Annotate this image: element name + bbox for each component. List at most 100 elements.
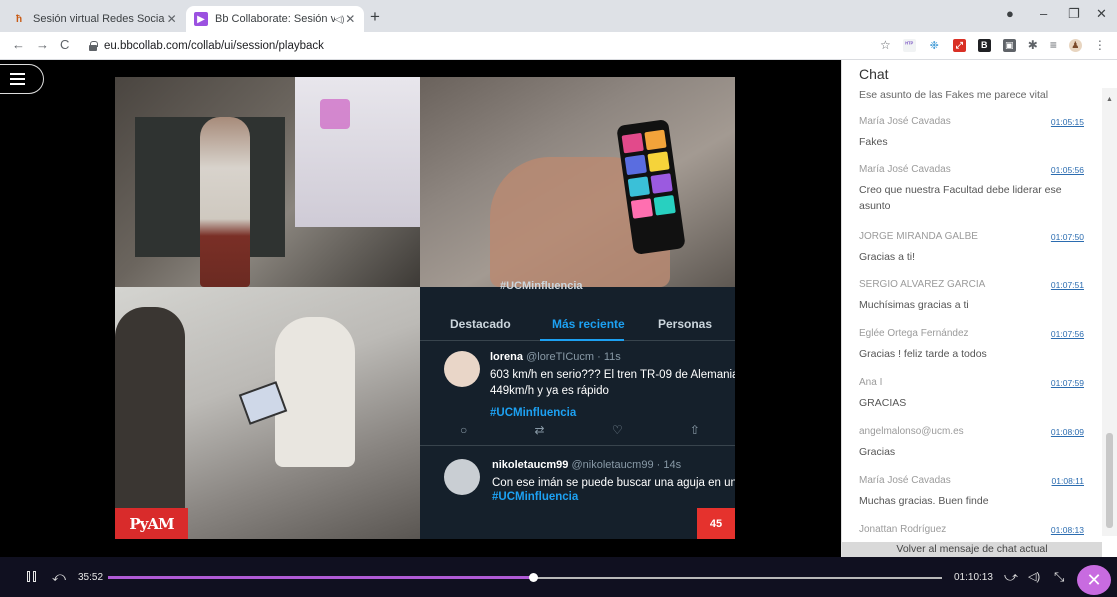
reply-icon: ○: [460, 423, 468, 437]
count-badge: 45: [697, 508, 735, 539]
tweet-handle: @nikoletaucm99 · 14s: [571, 459, 682, 471]
twitter-tabs: Destacado Más reciente Personas: [420, 305, 735, 341]
playback-scrubber-handle[interactable]: [529, 573, 539, 582]
twitter-tab-underline: [540, 339, 624, 341]
tweet-avatar: [444, 459, 480, 495]
hamburger-line: [10, 78, 25, 80]
tweet-text: Con ese imán se puede buscar una aguja e…: [492, 477, 735, 489]
app-tile: [647, 151, 670, 173]
chat-timestamp-link[interactable]: 01:05:15: [1051, 117, 1084, 127]
chat-timestamp-link[interactable]: 01:08:11: [1052, 476, 1084, 486]
minimize-icon[interactable]: –: [1040, 6, 1047, 21]
extension-icon[interactable]: B: [977, 38, 991, 52]
volume-icon[interactable]: ◁): [1028, 570, 1040, 583]
tweet-author: lorena @loreTICucm · 11s: [490, 351, 621, 363]
speaker-icon: ◁): [334, 13, 345, 24]
tab-sesion-virtual[interactable]: ħ Sesión virtual Redes Sociales ✕: [4, 6, 186, 32]
scroll-up-icon[interactable]: ▲: [1106, 96, 1113, 103]
chat-timestamp-link[interactable]: 01:08:09: [1051, 427, 1084, 437]
session-menu-button[interactable]: [0, 64, 44, 94]
tweet-text: 449km/h y ya es rápido: [490, 385, 609, 397]
reading-list-icon[interactable]: ≡: [1050, 38, 1057, 52]
twitter-tab-personas: Personas: [658, 317, 713, 331]
tweet-author: nikoletaucm99 @nikoletaucm99 · 14s: [492, 459, 681, 471]
extension-icons: ☆ ᴴᵀᴾ ❉ ⤢ B ▣ ✱ ≡ ♟ ⋮: [880, 38, 1106, 52]
url-text: eu.bbcollab.com/collab/ui/session/playba…: [104, 40, 324, 52]
teams-favicon-icon: ħ: [15, 13, 23, 25]
chat-message-list[interactable]: Ese asunto de las Fakes me parece vital …: [842, 88, 1102, 536]
maximize-icon[interactable]: ❐: [1068, 6, 1080, 22]
total-time: 01:10:13: [954, 572, 993, 583]
address-bar[interactable]: eu.bbcollab.com/collab/ui/session/playba…: [88, 36, 858, 56]
tweet-separator: [420, 445, 735, 446]
extension-icon[interactable]: ❉: [927, 38, 941, 52]
current-time: 35:52: [78, 572, 104, 583]
chat-author: Ana I: [859, 377, 883, 388]
chat-author: Jonattan Rodríguez: [859, 524, 947, 535]
chat-title: Chat: [859, 66, 889, 82]
pause-icon[interactable]: [27, 571, 36, 582]
chat-body: Muchas gracias. Buen finde: [859, 495, 989, 507]
chat-body: Muchísimas gracias a ti: [859, 299, 969, 311]
app-tile: [621, 132, 644, 154]
chat-timestamp-link[interactable]: 01:07:50: [1051, 232, 1084, 242]
tweet-hashtag: #UCMinfluencia: [490, 407, 577, 419]
chat-body: Creo que nuestra Facultad debe liderar e…: [859, 184, 1062, 212]
screen: ħ Sesión virtual Redes Sociales ✕ ▶ Bb C…: [0, 0, 1117, 597]
chat-body: Gracias a ti!: [859, 251, 916, 263]
return-to-current-chat-button[interactable]: Volver al mensaje de chat actual: [842, 542, 1102, 557]
app-tile: [624, 154, 647, 176]
app-tile: [644, 129, 667, 151]
close-playback-button[interactable]: ✕: [1077, 565, 1111, 595]
tab-bb-collaborate[interactable]: ▶ Bb Collaborate: Sesión virtual ◁) ✕: [186, 6, 364, 32]
new-tab-icon[interactable]: +: [370, 7, 380, 27]
tweet-hashtag: #UCMinfluencia: [492, 491, 579, 503]
fullscreen-icon[interactable]: ⤡: [1054, 569, 1064, 585]
chat-author: María José Cavadas: [859, 164, 951, 175]
rewind-icon[interactable]: ⤺: [52, 569, 66, 585]
tweet-author-name: nikoletaucm99: [492, 459, 569, 471]
chat-author: María José Cavadas: [859, 475, 951, 486]
chat-author: SERGIO ALVAREZ GARCIA: [859, 279, 986, 290]
twitter-tab-mas-reciente: Más reciente: [552, 317, 625, 331]
student-figure: [275, 317, 355, 467]
forward-skip-icon[interactable]: ⤻: [1004, 569, 1018, 585]
extension-icon[interactable]: ᴴᵀᴾ: [902, 38, 916, 52]
chat-timestamp-link[interactable]: 01:07:59: [1051, 378, 1084, 388]
twitter-partial-header: #UCMinfluencia: [500, 280, 583, 292]
bookmark-star-icon[interactable]: ☆: [880, 38, 891, 52]
forward-icon[interactable]: →: [36, 37, 49, 52]
extension-icon[interactable]: ▣: [1002, 38, 1016, 52]
extension-icon[interactable]: ⤢: [952, 38, 966, 52]
pyam-logo: PyAM: [115, 508, 188, 539]
students-photo: [115, 287, 420, 539]
chat-body: Gracias: [859, 446, 896, 458]
chat-panel: Chat Ese asunto de las Fakes me parece v…: [841, 60, 1117, 557]
app-tile: [630, 198, 654, 219]
video-stage: #UCMinfluencia Destacado Más reciente Pe…: [0, 60, 841, 557]
chat-body: Fakes: [859, 136, 888, 148]
chat-timestamp-link[interactable]: 01:05:56: [1051, 165, 1084, 175]
chat-timestamp-link[interactable]: 01:08:13: [1051, 525, 1084, 535]
back-icon[interactable]: ←: [12, 37, 25, 52]
scrollbar-thumb[interactable]: [1106, 433, 1113, 528]
playback-progress-track[interactable]: [108, 573, 942, 582]
browser-menu-icon[interactable]: ⋮: [1094, 38, 1106, 52]
tab-close-icon[interactable]: ✕: [344, 12, 356, 26]
profile-avatar-icon[interactable]: ♟: [1068, 38, 1082, 52]
profile-icon[interactable]: ●: [1006, 6, 1014, 21]
classroom-photo: [115, 77, 420, 287]
tab-title: Bb Collaborate: Sesión virtual: [215, 13, 335, 25]
projector-screen: [295, 77, 420, 227]
app-tile: [650, 173, 673, 194]
hamburger-line: [10, 83, 25, 85]
chat-timestamp-link[interactable]: 01:07:51: [1051, 280, 1084, 290]
chat-timestamp-link[interactable]: 01:07:56: [1051, 329, 1084, 339]
tweet-avatar: [444, 351, 480, 387]
chat-scrollbar[interactable]: ▲: [1102, 88, 1117, 536]
tab-close-icon[interactable]: ✕: [165, 12, 178, 26]
extensions-puzzle-icon[interactable]: ✱: [1028, 38, 1038, 52]
reload-icon[interactable]: C: [60, 37, 69, 52]
video-player[interactable]: #UCMinfluencia Destacado Más reciente Pe…: [115, 77, 735, 539]
close-window-icon[interactable]: ✕: [1096, 6, 1107, 22]
